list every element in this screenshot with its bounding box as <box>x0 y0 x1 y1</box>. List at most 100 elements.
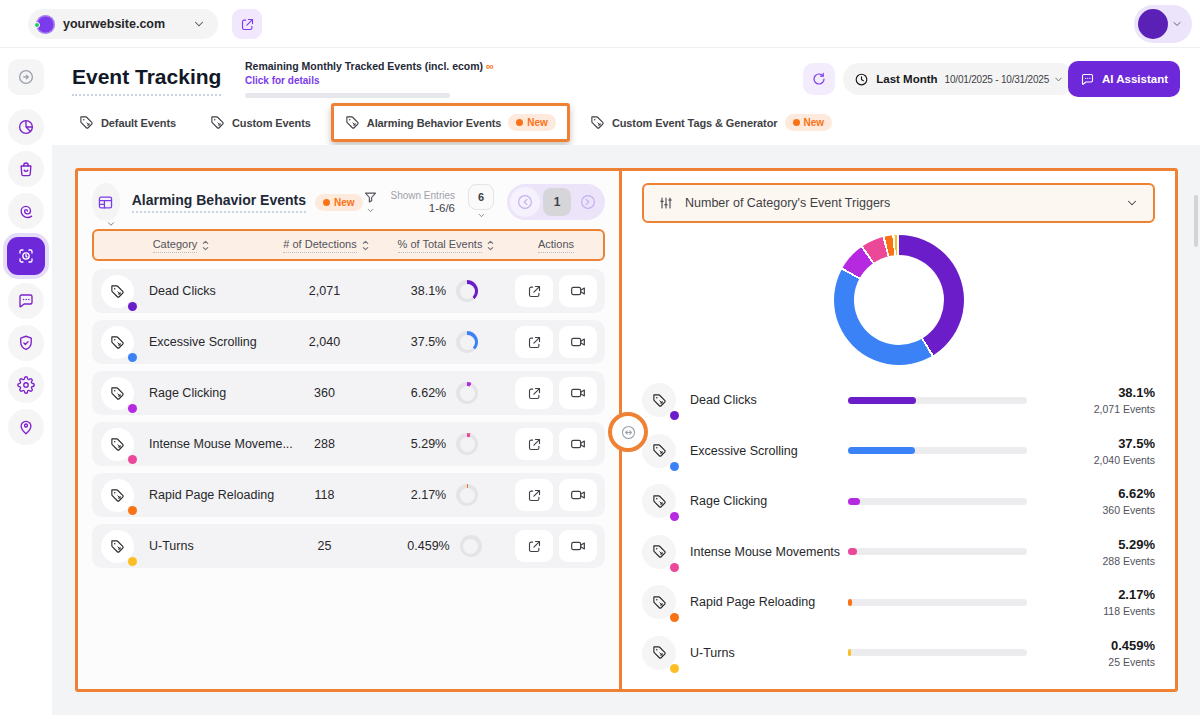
open-events-button[interactable] <box>515 377 553 409</box>
open-site-button[interactable] <box>232 9 262 39</box>
mini-donut <box>456 280 478 302</box>
category-label: Excessive Scrolling <box>149 335 257 349</box>
pin-icon <box>17 418 35 436</box>
tag-icon <box>110 437 125 452</box>
arrow-right-icon <box>579 193 597 211</box>
mini-donut <box>456 382 478 404</box>
scrollbar[interactable] <box>1194 195 1198 247</box>
sidebar-item-settings[interactable] <box>8 367 44 403</box>
refresh-button[interactable] <box>803 63 835 95</box>
sidebar-item-collapse[interactable] <box>8 59 44 95</box>
category-color-dot <box>670 512 679 521</box>
shown-entries-value: 1-6/6 <box>391 202 455 214</box>
table-row[interactable]: Rapid Page Reloading 118 2.17% <box>92 473 605 517</box>
open-events-button[interactable] <box>515 326 553 358</box>
panels-container: Alarming Behavior Events New Shown Entri… <box>75 168 1178 692</box>
current-page[interactable]: 1 <box>543 188 571 216</box>
user-menu[interactable] <box>1134 5 1192 43</box>
tab-custom-events[interactable]: Custom Events <box>196 104 325 141</box>
tab-custom-event-tags-generator[interactable]: Custom Event Tags & GeneratorNew <box>576 103 846 142</box>
filter-button[interactable] <box>363 190 378 215</box>
table-row[interactable]: Intense Mouse Moveme... 288 5.29% <box>92 422 605 466</box>
events-table-panel: Alarming Behavior Events New Shown Entri… <box>78 171 622 689</box>
sidebar-item-heatmaps[interactable] <box>8 193 44 229</box>
watch-recordings-button[interactable] <box>559 275 597 307</box>
open-events-button[interactable] <box>515 479 553 511</box>
prev-page-button[interactable] <box>510 187 540 217</box>
category-color-dot <box>670 462 679 471</box>
table-row[interactable]: Rage Clicking 360 6.62% <box>92 371 605 415</box>
detections-count: 288 <box>267 437 382 451</box>
category-label: U-Turns <box>149 539 194 553</box>
external-link-icon <box>527 335 542 350</box>
table-view-selector[interactable] <box>92 183 120 221</box>
sidebar-item-security[interactable] <box>8 325 44 361</box>
remaining-events: Remaining Monthly Tracked Events (incl. … <box>245 60 505 98</box>
legend-events: 118 Events <box>1037 605 1155 617</box>
watch-recordings-button[interactable] <box>559 377 597 409</box>
category-icon <box>642 484 676 518</box>
mini-donut <box>456 331 478 353</box>
percent-value: 38.1% <box>411 284 446 298</box>
focus-icon <box>17 247 35 265</box>
watch-recordings-button[interactable] <box>559 428 597 460</box>
table-row[interactable]: Excessive Scrolling 2,040 37.5% <box>92 320 605 364</box>
tab-alarming-behavior-events[interactable]: Alarming Behavior EventsNew <box>331 103 570 142</box>
chevron-down-icon <box>477 211 486 220</box>
table-row[interactable]: U-Turns 25 0.459% <box>92 524 605 568</box>
category-color-dot <box>670 664 679 673</box>
sidebar-item-dashboard[interactable] <box>8 109 44 145</box>
tab-default-events[interactable]: Default Events <box>65 104 190 141</box>
page-size-selector[interactable]: 6 <box>468 184 494 220</box>
column-header[interactable]: % of Total Events <box>384 238 509 253</box>
detections-count: 2,071 <box>267 284 382 298</box>
column-header[interactable]: # of Detections <box>269 238 384 253</box>
column-header[interactable]: Category <box>94 238 269 253</box>
resize-panels-button[interactable] <box>608 412 648 452</box>
click-for-details-link[interactable]: Click for details <box>245 75 505 86</box>
tag-icon <box>652 494 667 509</box>
video-icon <box>570 436 586 452</box>
clock-icon <box>854 72 869 87</box>
next-page-button[interactable] <box>574 188 602 216</box>
tag-icon <box>110 488 125 503</box>
sidebar-item-feedback[interactable] <box>8 283 44 319</box>
pie-icon <box>17 118 35 136</box>
legend-label: Dead Clicks <box>690 393 848 407</box>
ai-assistant-button[interactable]: AI Assistant <box>1068 61 1180 97</box>
watch-recordings-button[interactable] <box>559 479 597 511</box>
legend-row: Excessive Scrolling 37.5%2,040 Events <box>642 426 1155 477</box>
category-icon <box>642 535 676 569</box>
site-selector[interactable]: yourwebsite.com <box>28 9 218 39</box>
chart-metric-dropdown[interactable]: Number of Category's Event Triggers <box>642 183 1155 223</box>
date-range-picker[interactable]: Last Month 10/01/2025 - 10/31/2025 <box>843 63 1075 95</box>
category-color-dot <box>670 613 679 622</box>
open-events-button[interactable] <box>515 275 553 307</box>
sidebar-item-ecommerce[interactable] <box>8 151 44 187</box>
filter-icon <box>363 190 378 205</box>
open-events-button[interactable] <box>515 428 553 460</box>
watch-recordings-button[interactable] <box>559 530 597 562</box>
table-rows: Dead Clicks 2,071 38.1% Excessive Scroll… <box>92 269 605 568</box>
watch-recordings-button[interactable] <box>559 326 597 358</box>
video-icon <box>570 283 586 299</box>
chevron-down-icon <box>106 219 116 229</box>
new-badge: New <box>785 114 833 131</box>
category-icon <box>642 383 676 417</box>
video-icon <box>570 334 586 350</box>
tag-icon <box>110 335 125 350</box>
remaining-progress-bar <box>245 93 450 98</box>
legend-bar <box>848 498 1027 505</box>
legend-label: U-Turns <box>690 646 848 660</box>
new-badge: New <box>508 114 556 131</box>
legend-events: 288 Events <box>1037 555 1155 567</box>
sidebar-item-geo[interactable] <box>8 409 44 445</box>
external-link-icon <box>527 488 542 503</box>
sidebar-item-event-tracking[interactable] <box>7 237 45 275</box>
category-icon <box>642 636 676 670</box>
column-header[interactable]: Actions <box>509 238 603 253</box>
external-link-icon <box>527 284 542 299</box>
table-row[interactable]: Dead Clicks 2,071 38.1% <box>92 269 605 313</box>
category-icon <box>101 428 134 461</box>
open-events-button[interactable] <box>515 530 553 562</box>
